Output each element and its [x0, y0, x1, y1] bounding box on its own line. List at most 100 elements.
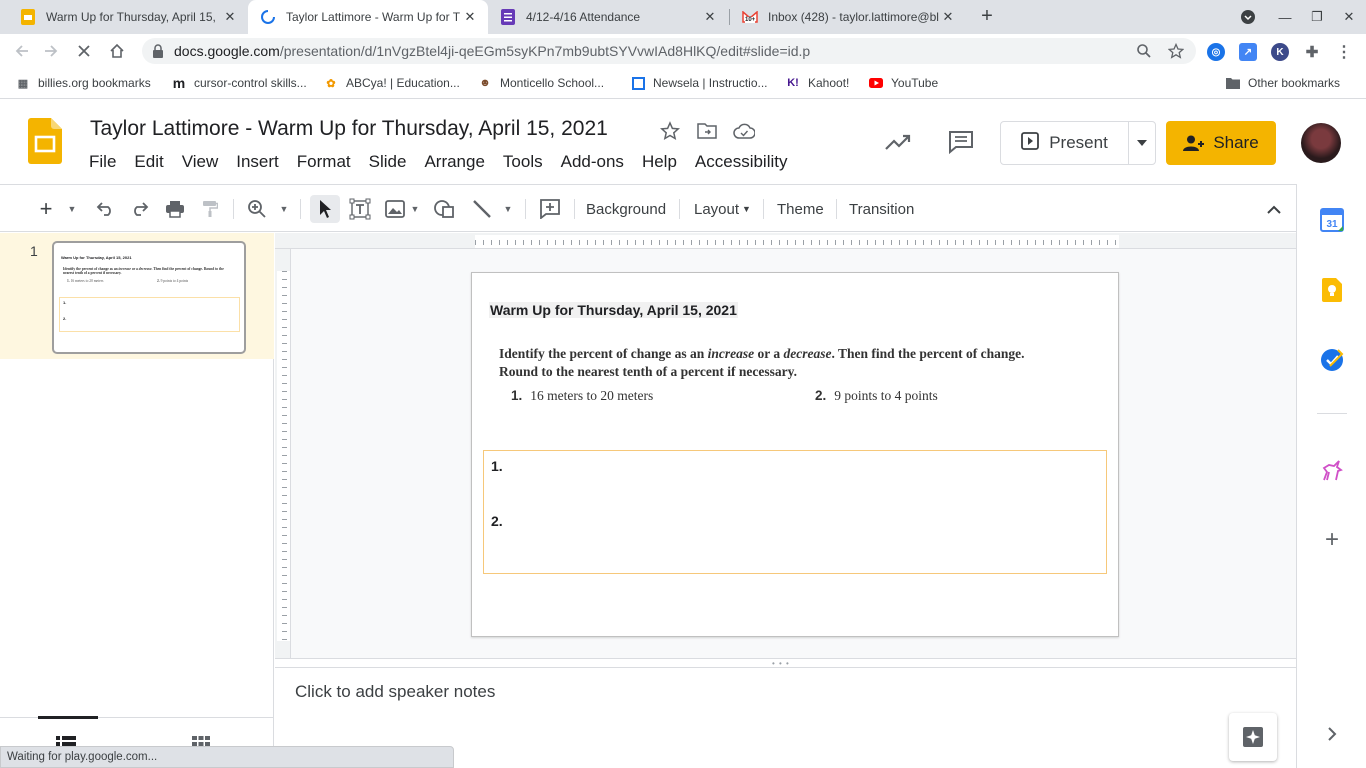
menu-format[interactable]: Format	[288, 150, 360, 174]
bookmark-item[interactable]: ▦ billies.org bookmarks	[16, 76, 151, 90]
present-button[interactable]: Present	[1001, 122, 1129, 164]
bookmark-item[interactable]: m cursor-control skills...	[172, 75, 307, 91]
menu-edit[interactable]: Edit	[125, 150, 172, 174]
browser-tab-active[interactable]: Taylor Lattimore - Warm Up for T ✕	[248, 0, 488, 34]
line-icon[interactable]	[468, 195, 496, 223]
thumb-title: Warm Up for Thursday, April 15, 2021	[61, 255, 132, 260]
vertical-ruler[interactable]	[277, 271, 291, 641]
new-tab-button[interactable]: +	[976, 6, 998, 28]
browser-tab[interactable]: 10+ Inbox (428) - taylor.lattimore@bl ✕	[730, 0, 966, 34]
apps-grid-icon: ▦	[17, 77, 29, 90]
tasks-icon[interactable]	[1319, 347, 1345, 373]
extension-globe-icon[interactable]: ◎	[1207, 43, 1225, 61]
line-dropdown[interactable]: ▼	[501, 195, 515, 223]
select-pointer-icon[interactable]	[310, 195, 340, 223]
share-button[interactable]: Share	[1166, 121, 1276, 165]
image-icon[interactable]	[381, 195, 409, 223]
move-folder-icon[interactable]	[696, 121, 718, 141]
speaker-notes-input[interactable]: Click to add speaker notes	[295, 682, 495, 702]
drag-handle-dots-icon[interactable]: • • •	[772, 659, 790, 668]
tab-search-icon[interactable]	[1231, 0, 1265, 34]
show-side-panel-chevron-icon[interactable]	[1322, 724, 1342, 744]
bookmark-item[interactable]: Newsela | Instructio...	[632, 76, 768, 90]
answer-text-box[interactable]: 1. 2.	[483, 450, 1107, 574]
slides-logo-icon[interactable]	[28, 118, 62, 164]
zoom-icon[interactable]	[243, 195, 271, 223]
slide-thumbnail[interactable]: Warm Up for Thursday, April 15, 2021 Ide…	[52, 241, 246, 354]
keep-icon[interactable]	[1319, 277, 1345, 303]
extension-screencast-icon[interactable]: ↗	[1239, 43, 1257, 61]
menu-tools[interactable]: Tools	[494, 150, 552, 174]
bookmark-item[interactable]: ✿ ABCya! | Education...	[324, 76, 459, 90]
problem-2[interactable]: 2. 9 points to 4 points	[815, 388, 938, 404]
bookmark-item[interactable]: K! Kahoot!	[786, 76, 849, 90]
problem-1[interactable]: 1. 16 meters to 20 meters	[511, 388, 653, 404]
url-text[interactable]: docs.google.com/presentation/d/1nVgzBtel…	[174, 43, 810, 59]
menu-insert[interactable]: Insert	[227, 150, 288, 174]
lock-icon[interactable]	[150, 43, 166, 59]
print-icon[interactable]	[161, 195, 189, 223]
back-arrow-icon[interactable]	[11, 40, 33, 62]
bookmark-star-icon[interactable]	[1168, 43, 1184, 59]
close-window-icon[interactable]: ✕	[1332, 0, 1366, 34]
home-icon[interactable]	[106, 40, 128, 62]
shape-icon[interactable]	[430, 195, 458, 223]
chrome-menu-icon[interactable]: ⋮	[1335, 43, 1353, 61]
calendar-icon[interactable]: 31	[1319, 207, 1345, 233]
slide[interactable]: Warm Up for Thursday, April 15, 2021 Ide…	[471, 272, 1119, 637]
add-comment-icon[interactable]	[536, 195, 564, 223]
close-tab-icon[interactable]: ✕	[222, 9, 238, 25]
menu-slide[interactable]: Slide	[360, 150, 416, 174]
add-addon-plus-icon[interactable]: +	[1319, 526, 1345, 553]
account-avatar[interactable]	[1301, 123, 1341, 163]
close-tab-icon[interactable]: ✕	[462, 9, 478, 25]
layout-button[interactable]: Layout ▼	[686, 195, 759, 223]
close-tab-icon[interactable]: ✕	[940, 9, 956, 25]
extension-k-icon[interactable]: K	[1271, 43, 1289, 61]
restore-icon[interactable]: ❐	[1300, 0, 1334, 34]
new-slide-plus-icon[interactable]: +	[32, 195, 60, 223]
menu-file[interactable]: File	[80, 150, 125, 174]
activity-trend-icon[interactable]	[882, 126, 914, 158]
new-slide-layout-dropdown[interactable]: ▼	[62, 195, 82, 223]
slide-canvas[interactable]: Warm Up for Thursday, April 15, 2021 Ide…	[275, 233, 1296, 658]
theme-button[interactable]: Theme	[769, 195, 832, 223]
unicorn-addon-icon[interactable]	[1319, 457, 1345, 483]
minimize-icon[interactable]: —	[1268, 0, 1302, 34]
menu-arrange[interactable]: Arrange	[415, 150, 493, 174]
background-button[interactable]: Background	[578, 195, 674, 223]
explore-button[interactable]	[1229, 713, 1277, 761]
browser-tab[interactable]: 4/12-4/16 Attendance ✕	[488, 0, 728, 34]
redo-icon[interactable]	[126, 195, 154, 223]
slide-prompt[interactable]: Identify the percent of change as an inc…	[499, 345, 1059, 381]
forward-arrow-icon[interactable]	[40, 40, 62, 62]
present-options-dropdown[interactable]	[1129, 140, 1155, 146]
close-tab-icon[interactable]: ✕	[702, 9, 718, 25]
zoom-dropdown[interactable]: ▼	[276, 195, 292, 223]
loading-spinner-icon	[260, 9, 276, 25]
slide-title[interactable]: Warm Up for Thursday, April 15, 2021	[489, 302, 738, 318]
bookmark-item[interactable]: ☻ Monticello School...	[478, 76, 604, 90]
menu-view[interactable]: View	[173, 150, 228, 174]
menu-accessibility[interactable]: Accessibility	[686, 150, 797, 174]
menu-add-ons[interactable]: Add-ons	[552, 150, 633, 174]
star-icon[interactable]	[659, 121, 681, 141]
menu-help[interactable]: Help	[633, 150, 686, 174]
collapse-menus-chevron-icon[interactable]	[1262, 195, 1286, 223]
other-bookmarks[interactable]: Other bookmarks	[1226, 76, 1340, 90]
undo-icon[interactable]	[91, 195, 119, 223]
text-box-icon[interactable]	[346, 195, 374, 223]
transition-button[interactable]: Transition	[841, 195, 922, 223]
image-dropdown[interactable]: ▼	[408, 195, 422, 223]
horizontal-ruler[interactable]	[475, 235, 1119, 249]
document-title[interactable]: Taylor Lattimore - Warm Up for Thursday,…	[90, 117, 608, 141]
browser-tab[interactable]: Warm Up for Thursday, April 15, ✕	[8, 0, 248, 34]
omnibox[interactable]: docs.google.com/presentation/d/1nVgzBtel…	[142, 38, 1196, 64]
comments-icon[interactable]	[945, 126, 977, 158]
paint-format-icon[interactable]	[196, 195, 224, 223]
bookmark-label: Other bookmarks	[1248, 76, 1341, 90]
stop-loading-icon[interactable]	[73, 40, 95, 62]
extensions-puzzle-icon[interactable]: ✚	[1303, 43, 1321, 61]
zoom-icon[interactable]	[1136, 43, 1152, 59]
bookmark-item[interactable]: YouTube	[869, 76, 938, 90]
